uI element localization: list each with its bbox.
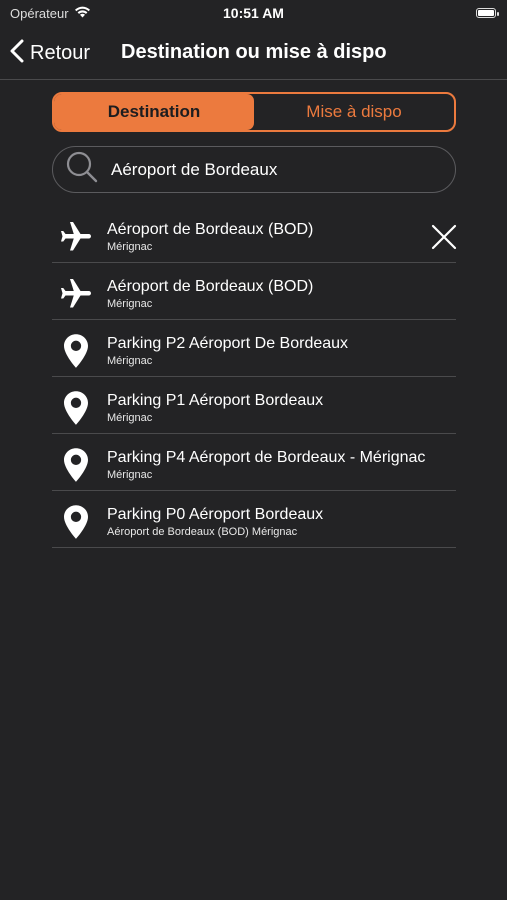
search-input[interactable]: [111, 159, 431, 180]
airplane-icon: [57, 218, 95, 256]
result-subtitle: Mérignac: [107, 298, 153, 310]
results-list: Aéroport de Bordeaux (BOD) Mérignac Aéro…: [52, 206, 459, 548]
search-icon: [65, 150, 99, 189]
location-pin-icon: [57, 446, 95, 484]
list-item[interactable]: Parking P2 Aéroport De Bordeaux Mérignac: [52, 320, 456, 377]
list-item[interactable]: Parking P4 Aéroport de Bordeaux - Mérign…: [52, 434, 456, 491]
result-subtitle: Mérignac: [107, 355, 153, 367]
list-item[interactable]: Aéroport de Bordeaux (BOD) Mérignac: [52, 263, 456, 320]
result-subtitle: Mérignac: [107, 469, 153, 481]
back-button[interactable]: Retour: [10, 38, 90, 68]
page-title: Destination ou mise à dispo: [121, 41, 387, 63]
airplane-icon: [57, 275, 95, 313]
result-subtitle: Mérignac: [107, 412, 153, 424]
list-item[interactable]: Parking P1 Aéroport Bordeaux Mérignac: [52, 377, 456, 434]
status-bar: Opérateur 10:51 AM: [0, 0, 507, 28]
result-title: Aéroport de Bordeaux (BOD): [107, 278, 314, 295]
result-subtitle: Mérignac: [107, 241, 153, 253]
close-icon[interactable]: [429, 222, 459, 252]
result-subtitle: Aéroport de Bordeaux (BOD) Mérignac: [107, 526, 298, 538]
navigation-bar: Retour Destination ou mise à dispo: [0, 28, 507, 80]
result-title: Parking P2 Aéroport De Bordeaux: [107, 335, 349, 352]
list-item[interactable]: Parking P0 Aéroport Bordeaux Aéroport de…: [52, 491, 456, 548]
result-title: Parking P0 Aéroport Bordeaux: [107, 506, 324, 523]
tab-destination[interactable]: Destination: [54, 94, 254, 130]
location-pin-icon: [57, 332, 95, 370]
segmented-control: Destination Mise à dispo: [52, 92, 456, 132]
chevron-left-icon: [10, 39, 24, 68]
battery-icon: [476, 8, 499, 18]
back-label: Retour: [30, 41, 91, 64]
result-title: Parking P4 Aéroport de Bordeaux - Mérign…: [107, 449, 426, 466]
status-time: 10:51 AM: [223, 5, 284, 21]
tab-mise-a-dispo[interactable]: Mise à dispo: [254, 94, 454, 130]
result-title: Parking P1 Aéroport Bordeaux: [107, 392, 324, 409]
location-pin-icon: [57, 503, 95, 541]
search-bar[interactable]: [52, 146, 456, 193]
list-item[interactable]: Aéroport de Bordeaux (BOD) Mérignac: [52, 206, 459, 263]
result-title: Aéroport de Bordeaux (BOD): [107, 221, 314, 238]
location-pin-icon: [57, 389, 95, 427]
